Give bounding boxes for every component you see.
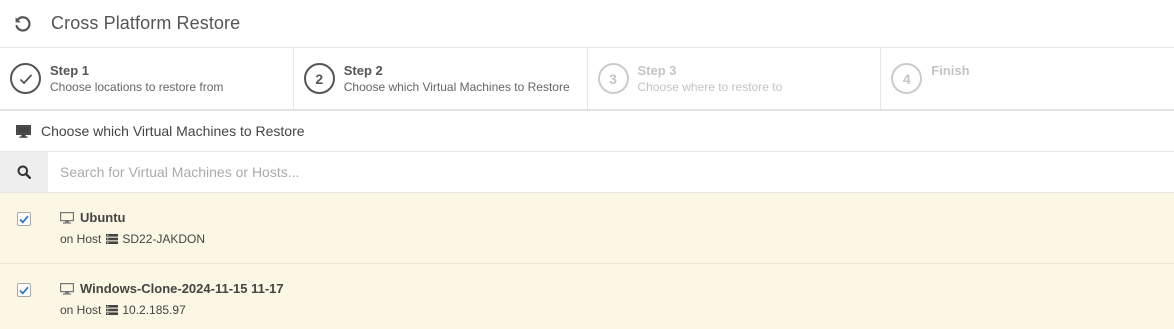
title-bar: Cross Platform Restore	[0, 0, 1174, 48]
step-3: 3 Step 3 Choose where to restore to	[588, 48, 882, 109]
section-header: Choose which Virtual Machines to Restore	[0, 111, 1174, 152]
step-title: Step 2	[343, 63, 383, 78]
host-name: 10.2.185.97	[122, 303, 186, 317]
vm-name: Ubuntu	[80, 210, 126, 225]
step-description: Choose where to restore to	[637, 80, 783, 94]
page-title: Cross Platform Restore	[51, 13, 241, 33]
monitor-icon	[16, 124, 31, 138]
vm-checkbox[interactable]	[17, 283, 31, 297]
step-title: Finish	[931, 63, 970, 78]
monitor-icon	[60, 211, 74, 224]
step-description: Choose which Virtual Machines to Restore	[343, 80, 570, 94]
step-2[interactable]: 2 Step 2 Choose which Virtual Machines t…	[294, 48, 588, 109]
search-icon[interactable]	[0, 152, 48, 192]
vm-name: Windows-Clone-2024-11-15 11-17	[80, 281, 284, 296]
monitor-icon	[60, 282, 74, 295]
step-finish: 4 Finish	[881, 48, 1174, 109]
step-number-badge: 2	[303, 63, 335, 94]
host-prefix: on Host	[60, 232, 102, 246]
step-description: Choose locations to restore from	[50, 80, 224, 94]
step-number-badge: 4	[891, 63, 923, 94]
step-title: Step 3	[637, 63, 677, 78]
restore-icon	[12, 13, 34, 35]
step-number-badge: 3	[597, 63, 629, 94]
wizard-steps: Step 1 Choose locations to restore from …	[0, 48, 1174, 111]
search-input[interactable]	[48, 152, 1174, 192]
server-icon	[106, 234, 119, 244]
step-title: Step 1	[50, 63, 90, 78]
host-prefix: on Host	[60, 303, 102, 317]
step-1[interactable]: Step 1 Choose locations to restore from	[0, 48, 294, 109]
server-icon	[106, 305, 119, 315]
vm-list-item[interactable]: Windows-Clone-2024-11-15 11-17 on Host 1…	[0, 264, 1174, 329]
search-bar	[0, 152, 1174, 193]
host-name: SD22-JAKDON	[122, 232, 206, 246]
section-title: Choose which Virtual Machines to Restore	[41, 123, 305, 139]
checkmark-icon	[10, 63, 41, 94]
vm-checkbox[interactable]	[17, 212, 31, 226]
vm-list-item[interactable]: Ubuntu on Host SD22-JAKDON	[0, 193, 1174, 264]
